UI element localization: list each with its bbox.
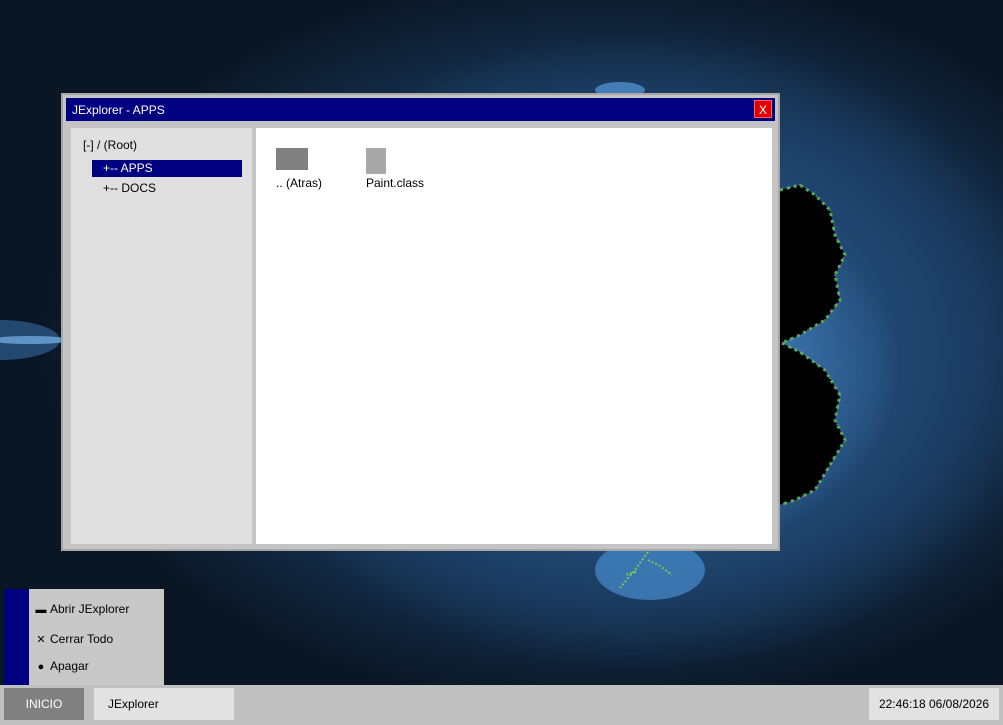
close-button[interactable]: X <box>754 100 772 118</box>
tree-item-docs[interactable]: +-- DOCS <box>92 180 242 197</box>
start-menu: ▬ Abrir JExplorer ✕ Cerrar Todo ● Apagar <box>4 589 164 685</box>
jexplorer-window: JExplorer - APPS X [-] / (Root) +-- APPS… <box>61 93 780 551</box>
file-icon <box>366 148 386 174</box>
start-button[interactable]: INICIO <box>4 688 84 720</box>
taskbar-clock: 22:46:18 06/08/2026 <box>869 688 999 720</box>
start-menu-stripe <box>4 589 29 685</box>
tree-item-apps[interactable]: +-- APPS <box>92 160 242 177</box>
file-list: .. (Atras) Paint.class <box>256 128 772 544</box>
menu-item-label: Abrir JExplorer <box>50 602 130 616</box>
menu-item-label: Cerrar Todo <box>50 632 114 646</box>
tree-root[interactable]: [-] / (Root) <box>83 138 137 152</box>
taskbar: INICIO JExplorer 22:46:18 06/08/2026 <box>0 685 1003 725</box>
menu-item-close-all[interactable]: ✕ Cerrar Todo <box>35 630 113 648</box>
folder-icon <box>276 148 308 170</box>
menu-item-shutdown[interactable]: ● Apagar <box>35 657 89 675</box>
close-icon: ✕ <box>36 634 46 646</box>
folder-tree: [-] / (Root) +-- APPS +-- DOCS <box>71 128 252 544</box>
menu-item-open-jexplorer[interactable]: ▬ Abrir JExplorer <box>35 600 130 618</box>
folder-icon: ▬ <box>35 604 47 616</box>
lightbulb-icon: ● <box>37 661 45 673</box>
file-label: Paint.class <box>366 176 425 190</box>
window-title: JExplorer - APPS <box>72 103 165 117</box>
file-label: .. (Atras) <box>276 176 323 190</box>
menu-item-label: Apagar <box>50 659 89 673</box>
window-titlebar[interactable]: JExplorer - APPS X <box>66 98 775 121</box>
taskbar-item-jexplorer[interactable]: JExplorer <box>94 688 234 720</box>
